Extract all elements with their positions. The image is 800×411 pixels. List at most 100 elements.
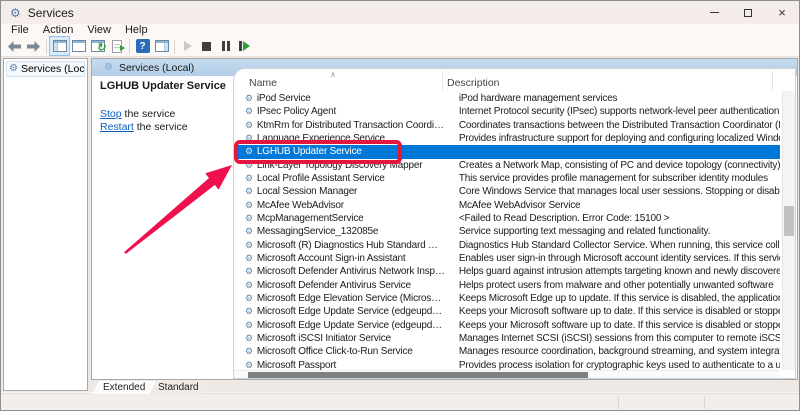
window-controls: × (697, 1, 799, 24)
table-row[interactable]: ⚙ Microsoft Defender Antivirus Network I… (234, 265, 780, 278)
service-description-cell: Service supporting text messaging and re… (459, 226, 780, 237)
table-row[interactable]: ⚙ Language Experience Service Provides i… (234, 132, 780, 145)
service-description-cell: Manages resource coordination, backgroun… (459, 346, 780, 357)
service-gear-icon: ⚙ (245, 307, 253, 316)
table-row[interactable]: ⚙ Microsoft Edge Update Service (edgeupd… (234, 305, 780, 318)
show-console-tree-button[interactable] (50, 37, 69, 55)
table-row[interactable]: ⚙ MessagingService_132085e Service suppo… (234, 225, 780, 238)
table-row[interactable]: ⚙ KtmRm for Distributed Transaction Coor… (234, 119, 780, 132)
extended-info-pane: LGHUB Updater Service Stop the service R… (100, 80, 232, 134)
tree-item-services-local[interactable]: ⚙ Services (Local) (6, 61, 85, 77)
service-description-cell: Helps guard against intrusion attempts t… (459, 266, 780, 277)
column-header-name[interactable]: Name (249, 77, 277, 89)
stop-service-button[interactable] (197, 37, 216, 55)
restart-service-link[interactable]: Restart (100, 121, 134, 133)
properties-button[interactable] (69, 37, 88, 55)
help-button[interactable]: ? (133, 37, 152, 55)
services-window: ⚙ Services × File Action View Help ↻ (0, 0, 800, 411)
table-row[interactable]: ⚙ Microsoft Defender Antivirus Service H… (234, 279, 780, 292)
action-pane-icon (155, 40, 169, 52)
service-description-cell: Coordinates transactions between the Dis… (459, 120, 780, 131)
tree-item-label: Services (Local) (21, 63, 85, 75)
service-gear-icon: ⚙ (245, 187, 253, 196)
menu-help[interactable]: Help (118, 24, 155, 36)
forward-button[interactable] (24, 37, 43, 55)
pause-service-button[interactable] (216, 37, 235, 55)
table-row[interactable]: ⚙ Microsoft (R) Diagnostics Hub Standard… (234, 239, 780, 252)
table-row[interactable]: ⚙ LGHUB Updater Service (234, 145, 780, 158)
service-description-cell: Keeps Microsoft Edge up to update. If th… (459, 293, 780, 304)
toolbar: ↻ ? (1, 36, 799, 57)
panel-header-icon: ⚙ (104, 63, 113, 73)
back-arrow-icon (8, 41, 21, 52)
menu-action[interactable]: Action (36, 24, 81, 36)
service-name-cell: McpManagementService (257, 213, 445, 224)
service-gear-icon: ⚙ (245, 107, 253, 116)
stop-service-suffix: the service (122, 108, 176, 120)
restart-service-suffix: the service (134, 121, 188, 133)
table-row[interactable]: ⚙ Local Session Manager Core Windows Ser… (234, 185, 780, 198)
show-action-pane-button[interactable] (152, 37, 171, 55)
restart-service-button[interactable] (235, 37, 254, 55)
menu-file[interactable]: File (4, 24, 36, 36)
column-divider[interactable] (772, 71, 773, 90)
service-description-cell: iPod hardware management services (459, 93, 780, 104)
service-gear-icon: ⚙ (245, 94, 253, 103)
stop-service-line: Stop the service (100, 108, 232, 121)
close-button[interactable]: × (765, 1, 799, 24)
service-description-cell: Helps protect users from malware and oth… (459, 280, 780, 291)
help-icon: ? (136, 39, 150, 53)
refresh-button[interactable]: ↻ (88, 37, 107, 55)
maximize-button[interactable] (731, 1, 765, 24)
service-description-cell: Keeps your Microsoft software up to date… (459, 320, 780, 331)
service-gear-icon: ⚙ (245, 361, 253, 370)
export-list-button[interactable] (107, 37, 126, 55)
column-divider[interactable] (442, 71, 443, 90)
status-bar (1, 393, 799, 410)
stop-icon (202, 42, 211, 51)
refresh-icon: ↻ (91, 40, 105, 52)
service-gear-icon: ⚙ (245, 121, 253, 130)
column-header-description[interactable]: Description (447, 77, 500, 89)
service-description-cell: McAfee WebAdvisor Service (459, 200, 780, 211)
table-row[interactable]: ⚙ McpManagementService <Failed to Read D… (234, 212, 780, 225)
service-description-cell: Internet Protocol security (IPsec) suppo… (459, 106, 780, 117)
table-row[interactable]: ⚙ iPod Service iPod hardware management … (234, 92, 780, 105)
service-description-cell: This service provides profile management… (459, 173, 780, 184)
service-name-cell: Language Experience Service (257, 133, 445, 144)
properties-window-icon (72, 40, 86, 52)
table-row[interactable]: ⚙ IPsec Policy Agent Internet Protocol s… (234, 105, 780, 118)
tab-extended[interactable]: Extended (92, 381, 156, 394)
horizontal-scrollbar[interactable] (234, 370, 780, 378)
table-row[interactable]: ⚙ McAfee WebAdvisor McAfee WebAdvisor Se… (234, 199, 780, 212)
minimize-button[interactable] (697, 1, 731, 24)
service-gear-icon: ⚙ (245, 134, 253, 143)
horizontal-scrollbar-thumb[interactable] (248, 372, 588, 378)
service-name-cell: iPod Service (257, 93, 445, 104)
service-name-cell: Microsoft Edge Elevation Service (Micros… (257, 293, 445, 304)
back-button[interactable] (5, 37, 24, 55)
service-gear-icon: ⚙ (245, 334, 253, 343)
service-name-cell: IPsec Policy Agent (257, 106, 445, 117)
menu-view[interactable]: View (80, 24, 118, 36)
table-row[interactable]: ⚙ Microsoft Edge Update Service (edgeupd… (234, 319, 780, 332)
vertical-scrollbar-thumb[interactable] (784, 206, 794, 236)
services-node-icon: ⚙ (9, 64, 18, 74)
vertical-scrollbar[interactable] (782, 91, 795, 370)
services-app-icon: ⚙ (10, 7, 21, 19)
table-row[interactable]: ⚙ Local Profile Assistant Service This s… (234, 172, 780, 185)
service-gear-icon: ⚙ (245, 321, 253, 330)
service-name-cell: Microsoft Edge Update Service (edgeupdat… (257, 306, 445, 317)
table-row[interactable]: ⚙ Microsoft iSCSI Initiator Service Mana… (234, 332, 780, 345)
service-name-cell: MessagingService_132085e (257, 226, 445, 237)
start-service-button[interactable] (178, 37, 197, 55)
service-name-cell: McAfee WebAdvisor (257, 200, 445, 211)
table-row[interactable]: ⚙ Microsoft Edge Elevation Service (Micr… (234, 292, 780, 305)
stop-service-link[interactable]: Stop (100, 108, 122, 120)
table-row[interactable]: ⚙ Microsoft Account Sign-in Assistant En… (234, 252, 780, 265)
tab-standard[interactable]: Standard (147, 381, 210, 394)
table-row[interactable]: ⚙ Link-Layer Topology Discovery Mapper C… (234, 159, 780, 172)
service-gear-icon: ⚙ (245, 214, 253, 223)
window-title: Services (28, 6, 74, 20)
table-row[interactable]: ⚙ Microsoft Office Click-to-Run Service … (234, 345, 780, 358)
